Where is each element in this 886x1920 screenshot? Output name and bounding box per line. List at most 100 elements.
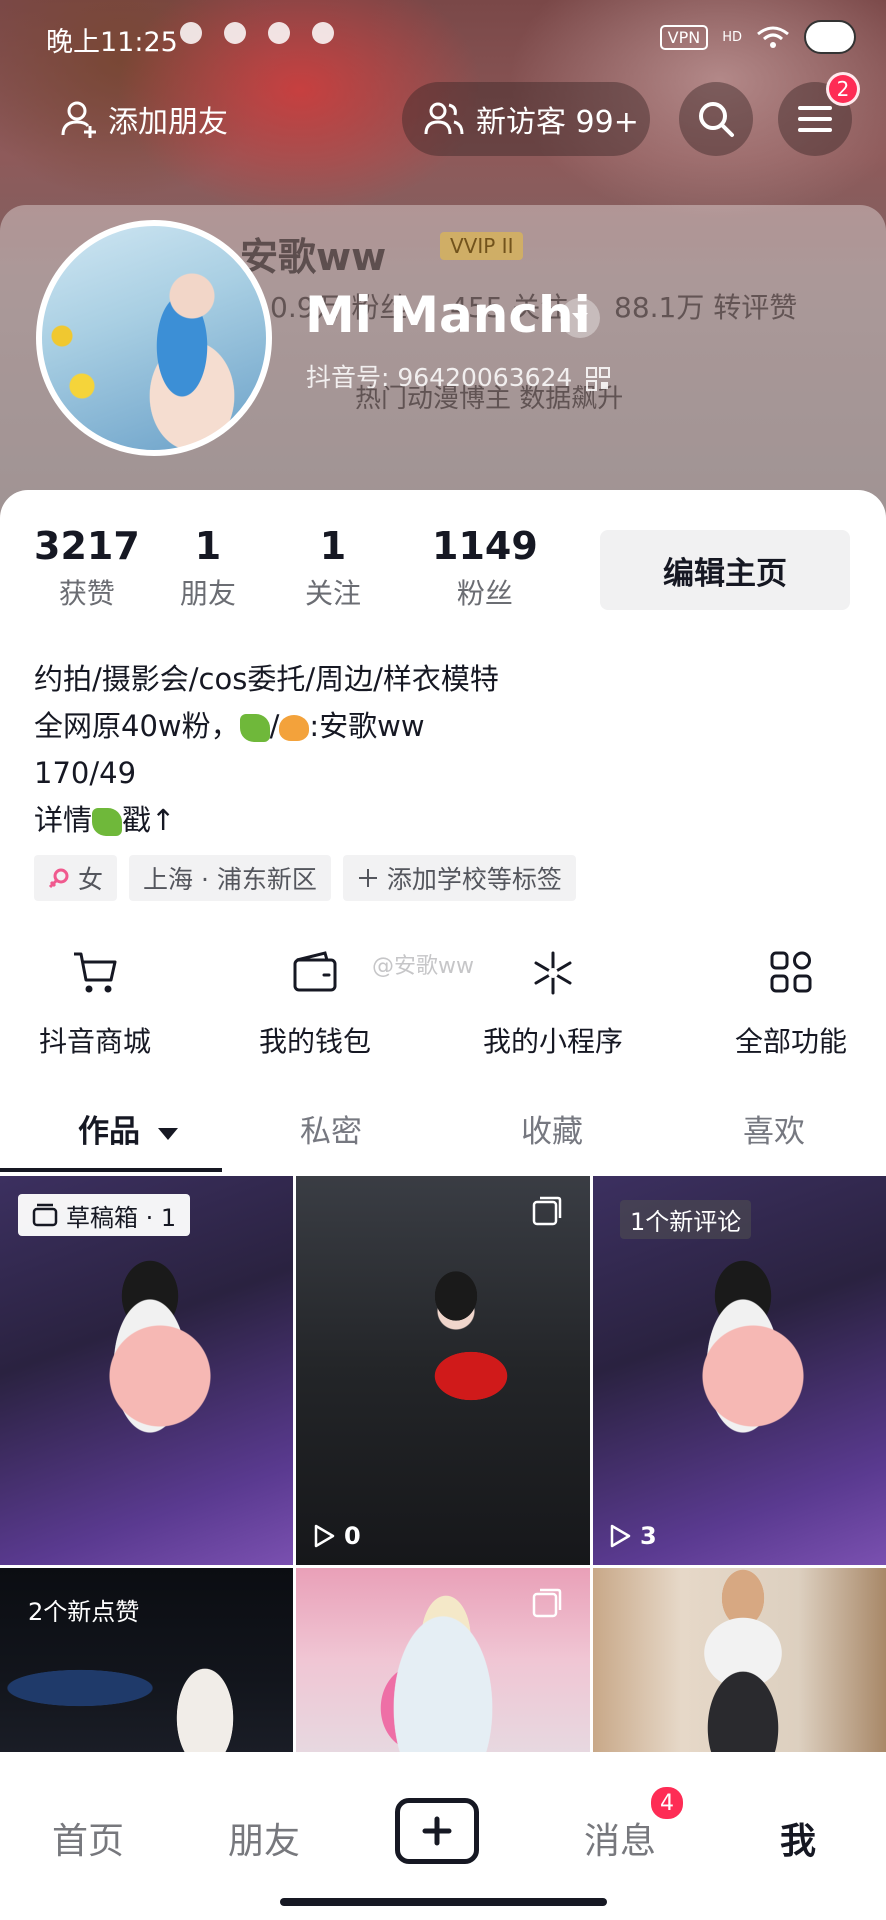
feature-shop[interactable]: 抖音商城 bbox=[0, 950, 190, 1060]
bottom-navigation: 首页 朋友 消息 4 我 bbox=[0, 1752, 886, 1920]
search-button[interactable] bbox=[679, 82, 753, 156]
feature-label: 抖音商城 bbox=[38, 1025, 151, 1058]
hamburger-menu-icon bbox=[798, 106, 832, 132]
stat-likes[interactable]: 3217 获赞 bbox=[34, 524, 140, 612]
new-visitors-label: 新访客 99+ bbox=[476, 105, 639, 140]
messages-badge: 4 bbox=[648, 1784, 686, 1822]
notification-icon bbox=[180, 22, 202, 44]
battery-icon bbox=[804, 20, 856, 54]
stat-value: 3217 bbox=[34, 524, 140, 568]
edit-profile-button[interactable]: 编辑主页 bbox=[600, 530, 850, 610]
bio-line-4-text-b: 戳↑ bbox=[122, 803, 176, 837]
bio-line-2-text-c: :安歌ww bbox=[309, 709, 425, 743]
tab-likes[interactable]: 喜欢 bbox=[743, 1106, 805, 1151]
add-tag-label: 添加学校等标签 bbox=[386, 865, 562, 894]
notification-icon bbox=[312, 22, 334, 44]
profile-tags: 女 上海 · 浦东新区 添加学校等标签 bbox=[34, 855, 576, 901]
qr-code-icon[interactable] bbox=[586, 367, 611, 391]
play-count: 3 bbox=[608, 1522, 657, 1550]
caret-down-icon bbox=[157, 1128, 178, 1140]
grid-icon bbox=[770, 951, 812, 993]
new-likes-label: 2个新点赞 bbox=[28, 1598, 140, 1626]
notification-icon bbox=[224, 22, 246, 44]
stat-label: 关注 bbox=[305, 577, 362, 610]
stat-value: 1 bbox=[194, 524, 222, 568]
feature-label: 我的钱包 bbox=[258, 1025, 371, 1058]
home-indicator bbox=[280, 1898, 607, 1906]
stat-value: 1 bbox=[319, 524, 347, 568]
tab-private[interactable]: 私密 bbox=[300, 1106, 362, 1151]
bio-line-2: 全网原40w粉， / :安歌ww bbox=[34, 703, 499, 750]
tab-works[interactable]: 作品 bbox=[78, 1106, 179, 1151]
bio: 约拍/摄影会/cos委托/周边/样衣模特 全网原40w粉， /:安歌ww 170/… bbox=[34, 656, 499, 844]
add-friend-button[interactable]: 添加朋友 bbox=[48, 82, 263, 156]
account-switch-button[interactable] bbox=[560, 298, 600, 338]
drafts-label: 草稿箱 · 1 bbox=[18, 1194, 191, 1236]
leaf-emoji-icon bbox=[239, 714, 270, 742]
wallet-icon bbox=[293, 951, 337, 992]
add-friend-label: 添加朋友 bbox=[108, 105, 228, 140]
play-count-value: 0 bbox=[344, 1522, 361, 1550]
feature-all-functions[interactable]: 全部功能 bbox=[696, 950, 886, 1060]
douyin-id-text: 抖音号: 96420063624 bbox=[306, 363, 573, 392]
display-name[interactable]: Mi Manchi bbox=[305, 286, 591, 344]
feature-mini-programs[interactable]: 我的小程序 bbox=[458, 950, 648, 1060]
drafts-text: 草稿箱 · 1 bbox=[66, 1203, 177, 1232]
ghost-likes: 88.1万 转评赞 bbox=[614, 291, 798, 324]
nav-messages[interactable]: 消息 bbox=[584, 1812, 656, 1864]
location-tag[interactable]: 上海 · 浦东新区 bbox=[129, 855, 331, 901]
notification-icon bbox=[268, 22, 290, 44]
stat-value: 1149 bbox=[432, 524, 538, 568]
tab-favorites[interactable]: 收藏 bbox=[521, 1106, 583, 1151]
stat-followers[interactable]: 1149 粉丝 bbox=[432, 524, 538, 612]
ghost-name: 安歌ww bbox=[240, 235, 387, 279]
status-bar: 晚上11:25 VPN HD bbox=[0, 0, 886, 70]
plus-icon bbox=[422, 1816, 452, 1846]
drafts-box-icon bbox=[32, 1203, 58, 1227]
active-tab-indicator bbox=[0, 1168, 222, 1172]
bio-line-4-text-a: 详情 bbox=[34, 803, 93, 837]
menu-notification-badge: 2 bbox=[826, 72, 860, 106]
video-thumbnail-6[interactable] bbox=[593, 1568, 886, 1752]
stat-friends[interactable]: 1 朋友 bbox=[180, 524, 236, 612]
multi-image-icon bbox=[532, 1588, 562, 1618]
stat-label: 获赞 bbox=[58, 577, 115, 610]
feature-label: 我的小程序 bbox=[482, 1025, 623, 1058]
hd-indicator: HD bbox=[722, 29, 742, 45]
leaf-emoji-icon bbox=[92, 808, 123, 836]
search-icon bbox=[699, 102, 734, 137]
gender-label: 女 bbox=[78, 865, 104, 894]
play-count: 0 bbox=[312, 1522, 361, 1550]
tab-label: 作品 bbox=[78, 1114, 140, 1150]
nav-me[interactable]: 我 bbox=[780, 1812, 816, 1864]
bio-line-2-text-a: 全网原40w粉， bbox=[34, 709, 240, 743]
feature-label: 全部功能 bbox=[734, 1025, 847, 1058]
visitors-icon bbox=[424, 102, 464, 135]
female-icon bbox=[48, 868, 69, 889]
bio-line-2-text-b: / bbox=[269, 709, 280, 743]
cart-icon bbox=[74, 952, 117, 993]
nav-friends[interactable]: 朋友 bbox=[228, 1812, 300, 1864]
status-notification-icons bbox=[180, 22, 334, 44]
create-button[interactable] bbox=[395, 1798, 479, 1864]
add-person-icon bbox=[61, 101, 96, 138]
nav-home[interactable]: 首页 bbox=[52, 1812, 124, 1864]
stat-following[interactable]: 1 关注 bbox=[305, 524, 361, 612]
stat-label: 朋友 bbox=[180, 577, 237, 610]
multi-image-icon bbox=[532, 1196, 562, 1226]
plus-icon bbox=[358, 869, 377, 887]
play-icon bbox=[610, 1524, 631, 1548]
new-visitors-button[interactable]: 新访客 99+ bbox=[402, 82, 650, 156]
status-time: 晚上11:25 bbox=[46, 27, 178, 58]
bio-line-4: 详情 戳↑ bbox=[34, 797, 499, 844]
mini-program-icon bbox=[534, 951, 572, 995]
ghost-vip-badge: VVIP II bbox=[440, 232, 524, 260]
profile-avatar[interactable] bbox=[36, 220, 272, 456]
wifi-icon bbox=[757, 26, 789, 48]
gender-tag[interactable]: 女 bbox=[34, 855, 118, 901]
status-right-icons: VPN HD bbox=[659, 20, 856, 54]
douyin-id[interactable]: 抖音号: 96420063624 bbox=[306, 358, 611, 394]
video-thumbnail-2[interactable] bbox=[296, 1176, 590, 1565]
new-comment-label: 1个新评论 bbox=[620, 1200, 752, 1239]
add-tag-button[interactable]: 添加学校等标签 bbox=[342, 855, 576, 901]
